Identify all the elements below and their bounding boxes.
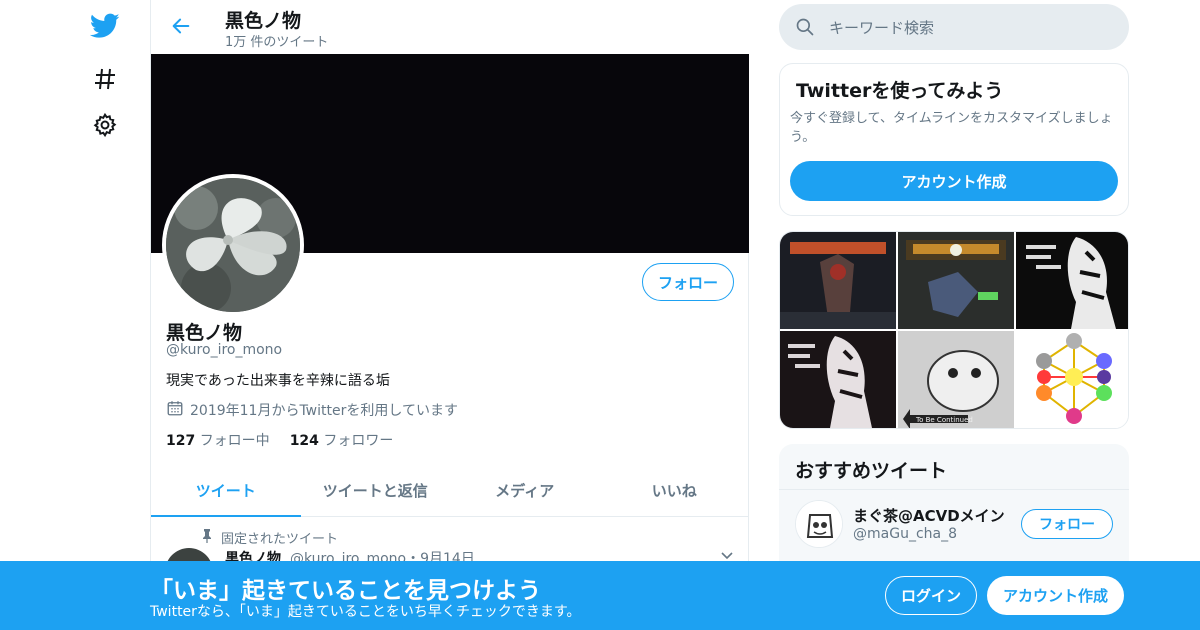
search-icon xyxy=(795,17,815,37)
tab-tweets-and-replies[interactable]: ツイートと返信 xyxy=(301,464,451,516)
followers-count: 124 xyxy=(289,433,319,449)
signup-card: Twitterを使ってみよう 今すぐ登録して、タイムラインをカスタマイズしましょ… xyxy=(779,63,1129,216)
recommended-user-handle: @maGu_cha_8 xyxy=(853,526,957,542)
pinned-indicator: 固定されたツイート xyxy=(201,528,338,547)
twitter-bird-icon[interactable] xyxy=(90,11,120,41)
media-grid: To Be Continued xyxy=(779,231,1129,429)
calendar-icon xyxy=(166,399,184,421)
profile-header-bar: 黒色ノ物 1万 件のツイート xyxy=(151,0,749,54)
recommended-title: おすすめツイート xyxy=(795,460,948,482)
following-count: 127 xyxy=(166,433,196,449)
profile-tabs: ツイート ツイートと返信 メディア いいね xyxy=(151,464,749,517)
signup-card-text: 今すぐ登録して、タイムラインをカスタマイズしましょう。 xyxy=(790,111,1113,145)
profile-bio: 現実であった出来事を辛辣に語る垢 xyxy=(166,373,390,389)
follow-button[interactable]: フォロー xyxy=(642,263,734,301)
profile-stats: 127 フォロー中 124 フォロワー xyxy=(166,430,393,450)
recommended-user-avatar[interactable] xyxy=(795,500,843,548)
tweet-count: 1万 件のツイート xyxy=(225,35,329,50)
media-thumbnail[interactable] xyxy=(898,232,1014,329)
hashtag-icon[interactable] xyxy=(90,64,120,94)
followers-label: フォロワー xyxy=(323,433,394,449)
media-thumbnail[interactable] xyxy=(1016,232,1128,329)
media-thumbnail[interactable] xyxy=(780,331,896,428)
recommended-user-name[interactable]: まぐ茶@ACVDメイン xyxy=(853,505,1005,526)
pinned-label: 固定されたツイート xyxy=(221,532,339,547)
media-caption: To Be Continued xyxy=(915,416,973,424)
profile-handle: @kuro_iro_mono xyxy=(166,342,283,358)
pin-icon xyxy=(201,528,213,547)
join-date: 2019年11月からTwitterを利用しています xyxy=(166,399,458,421)
media-thumbnail[interactable]: To Be Continued xyxy=(898,331,1014,428)
login-button[interactable]: ログイン xyxy=(885,576,977,615)
search-input[interactable]: キーワード検索 xyxy=(829,17,934,38)
followers-stat[interactable]: 124 フォロワー xyxy=(290,430,394,450)
tab-likes[interactable]: いいね xyxy=(600,464,750,516)
avatar[interactable] xyxy=(162,174,304,316)
profile-name: 黒色ノ物 xyxy=(166,322,243,344)
search-bar[interactable]: キーワード検索 xyxy=(779,4,1129,50)
divider xyxy=(779,489,1129,490)
left-nav xyxy=(0,0,150,630)
tab-media[interactable]: メディア xyxy=(450,464,600,516)
recommended-follow-button[interactable]: フォロー xyxy=(1021,509,1113,539)
following-label: フォロー中 xyxy=(199,433,270,449)
create-account-button[interactable]: アカウント作成 xyxy=(790,161,1118,201)
header-title: 黒色ノ物 xyxy=(225,10,302,32)
main-column: 黒色ノ物 1万 件のツイート フォロー 黒色ノ物 @kuro_iro_mono … xyxy=(150,0,749,630)
following-stat[interactable]: 127 フォロー中 xyxy=(166,430,270,450)
gear-icon[interactable] xyxy=(90,110,120,140)
join-date-text: 2019年11月からTwitterを利用しています xyxy=(190,403,458,419)
bottom-bar-title: 「いま」起きていることを見つけよう xyxy=(150,578,541,604)
signup-card-title: Twitterを使ってみよう xyxy=(796,80,1004,102)
tab-tweets[interactable]: ツイート xyxy=(151,464,301,517)
right-column: キーワード検索 Twitterを使ってみよう 今すぐ登録して、タイムラインをカス… xyxy=(779,0,1129,630)
media-thumbnail[interactable] xyxy=(1016,331,1128,428)
media-thumbnail[interactable] xyxy=(780,232,896,329)
back-arrow-icon[interactable] xyxy=(167,12,195,40)
signup-button[interactable]: アカウント作成 xyxy=(987,576,1124,615)
bottom-signup-bar: 「いま」起きていることを見つけよう Twitterなら、「いま」起きていることを… xyxy=(0,561,1200,630)
bottom-bar-subtitle: Twitterなら、「いま」起きていることをいち早くチェックできます。 xyxy=(150,604,581,620)
